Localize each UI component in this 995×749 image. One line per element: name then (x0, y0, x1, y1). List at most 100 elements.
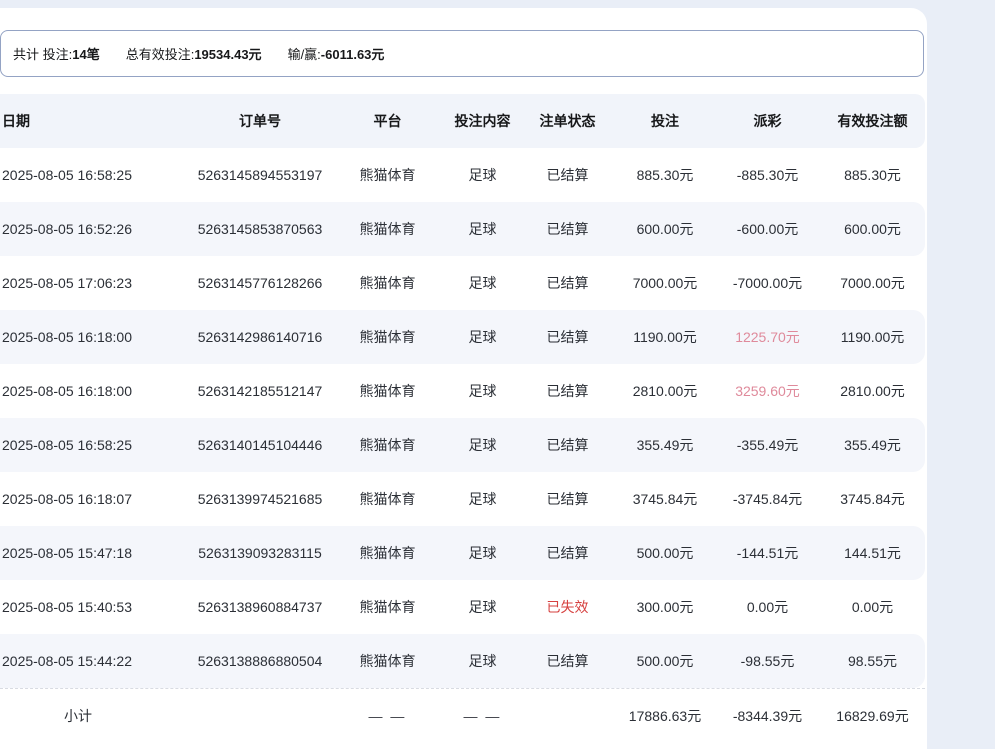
subtotal-bet-amount: 17886.63元 (615, 706, 715, 726)
cell-platform: 熊猫体育 (330, 273, 445, 293)
cell-order-number: 5263145776128266 (190, 275, 330, 291)
cell-bet-status: 已结算 (520, 489, 615, 509)
cell-valid-bet: 144.51元 (820, 543, 925, 563)
cell-payout: -885.30元 (715, 165, 820, 185)
cell-valid-bet: 1190.00元 (820, 327, 925, 347)
table-row: 2025-08-05 15:44:22 5263138886880504 熊猫体… (0, 634, 925, 688)
cell-date: 2025-08-05 17:06:23 (0, 275, 190, 291)
cell-payout: -3745.84元 (715, 489, 820, 509)
cell-payout: -7000.00元 (715, 273, 820, 293)
cell-platform: 熊猫体育 (330, 597, 445, 617)
cell-bet-content: 足球 (445, 381, 520, 401)
cell-order-number: 5263145894553197 (190, 167, 330, 183)
summary-valid-bet: 总有效投注:19534.43元 (126, 44, 262, 63)
cell-bet-status: 已结算 (520, 651, 615, 671)
cell-order-number: 5263138960884737 (190, 599, 330, 615)
table-row: 2025-08-05 17:06:23 5263145776128266 熊猫体… (0, 256, 925, 310)
column-header-date: 日期 (0, 111, 190, 131)
column-header-valid-bet: 有效投注额 (820, 111, 925, 131)
summary-valid-bet-value: 19534.43元 (194, 44, 261, 63)
cell-bet-content: 足球 (445, 435, 520, 455)
cell-bet-content: 足球 (445, 273, 520, 293)
cell-valid-bet: 98.55元 (820, 651, 925, 671)
cell-bet-amount: 500.00元 (615, 543, 715, 563)
cell-bet-content: 足球 (445, 597, 520, 617)
cell-order-number: 5263139093283115 (190, 545, 330, 561)
summary-winloss: 输/赢:-6011.63元 (288, 44, 385, 63)
cell-bet-amount: 885.30元 (615, 165, 715, 185)
subtotal-label: 小计 (0, 706, 190, 726)
table-body: 2025-08-05 16:58:25 5263145894553197 熊猫体… (0, 148, 925, 688)
table-row: 2025-08-05 16:18:00 5263142185512147 熊猫体… (0, 364, 925, 418)
subtotal-platform-placeholder: — — (330, 708, 445, 724)
cell-valid-bet: 355.49元 (820, 435, 925, 455)
cell-bet-status: 已结算 (520, 273, 615, 293)
cell-bet-status: 已结算 (520, 543, 615, 563)
cell-bet-status: 已结算 (520, 327, 615, 347)
bet-records-table: 日期 订单号 平台 投注内容 注单状态 投注 派彩 有效投注额 2025-08-… (0, 94, 925, 742)
cell-payout: 0.00元 (715, 597, 820, 617)
subtotal-payout: -8344.39元 (715, 706, 820, 726)
cell-payout: 3259.60元 (715, 381, 820, 401)
summary-bet-count-label: 共计 投注: (13, 44, 72, 63)
table-row: 2025-08-05 16:52:26 5263145853870563 熊猫体… (0, 202, 925, 256)
column-header-bet-content: 投注内容 (445, 111, 520, 131)
cell-order-number: 5263142185512147 (190, 383, 330, 399)
cell-platform: 熊猫体育 (330, 651, 445, 671)
cell-bet-amount: 500.00元 (615, 651, 715, 671)
cell-bet-amount: 3745.84元 (615, 489, 715, 509)
cell-date: 2025-08-05 16:58:25 (0, 437, 190, 453)
subtotal-row: 小计 — — — — 17886.63元 -8344.39元 16829.69元 (0, 688, 925, 742)
content-panel: 共计 投注:14笔 总有效投注:19534.43元 输/赢:-6011.63元 … (0, 8, 927, 749)
cell-platform: 熊猫体育 (330, 543, 445, 563)
cell-payout: -144.51元 (715, 543, 820, 563)
column-header-platform: 平台 (330, 111, 445, 131)
cell-bet-status: 已失效 (520, 597, 615, 617)
cell-platform: 熊猫体育 (330, 489, 445, 509)
summary-winloss-label: 输/赢: (288, 44, 321, 63)
subtotal-content-placeholder: — — (445, 708, 520, 724)
cell-valid-bet: 0.00元 (820, 597, 925, 617)
cell-date: 2025-08-05 15:47:18 (0, 545, 190, 561)
cell-bet-content: 足球 (445, 651, 520, 671)
cell-bet-content: 足球 (445, 219, 520, 239)
cell-payout: -600.00元 (715, 219, 820, 239)
cell-bet-content: 足球 (445, 165, 520, 185)
table-row: 2025-08-05 16:18:07 5263139974521685 熊猫体… (0, 472, 925, 526)
cell-order-number: 5263138886880504 (190, 653, 330, 669)
cell-valid-bet: 885.30元 (820, 165, 925, 185)
cell-bet-status: 已结算 (520, 219, 615, 239)
cell-valid-bet: 7000.00元 (820, 273, 925, 293)
cell-bet-status: 已结算 (520, 165, 615, 185)
table-row: 2025-08-05 16:58:25 5263145894553197 熊猫体… (0, 148, 925, 202)
cell-date: 2025-08-05 16:58:25 (0, 167, 190, 183)
cell-platform: 熊猫体育 (330, 435, 445, 455)
summary-bet-count: 共计 投注:14笔 (13, 44, 100, 63)
summary-bet-count-value: 14笔 (72, 44, 99, 63)
cell-order-number: 5263139974521685 (190, 491, 330, 507)
table-row: 2025-08-05 16:58:25 5263140145104446 熊猫体… (0, 418, 925, 472)
summary-bar: 共计 投注:14笔 总有效投注:19534.43元 输/赢:-6011.63元 (0, 30, 924, 77)
cell-payout: -98.55元 (715, 651, 820, 671)
cell-bet-amount: 300.00元 (615, 597, 715, 617)
cell-bet-content: 足球 (445, 489, 520, 509)
cell-payout: -355.49元 (715, 435, 820, 455)
cell-date: 2025-08-05 16:18:07 (0, 491, 190, 507)
cell-valid-bet: 2810.00元 (820, 381, 925, 401)
column-header-order-number: 订单号 (190, 111, 330, 131)
summary-winloss-value: -6011.63元 (321, 44, 385, 63)
summary-valid-bet-label: 总有效投注: (126, 44, 195, 63)
cell-bet-amount: 355.49元 (615, 435, 715, 455)
table-row: 2025-08-05 15:47:18 5263139093283115 熊猫体… (0, 526, 925, 580)
cell-order-number: 5263145853870563 (190, 221, 330, 237)
cell-date: 2025-08-05 16:18:00 (0, 383, 190, 399)
cell-bet-status: 已结算 (520, 381, 615, 401)
cell-valid-bet: 3745.84元 (820, 489, 925, 509)
cell-date: 2025-08-05 15:40:53 (0, 599, 190, 615)
cell-platform: 熊猫体育 (330, 219, 445, 239)
cell-valid-bet: 600.00元 (820, 219, 925, 239)
cell-platform: 熊猫体育 (330, 381, 445, 401)
cell-payout: 1225.70元 (715, 327, 820, 347)
cell-platform: 熊猫体育 (330, 165, 445, 185)
table-row: 2025-08-05 15:40:53 5263138960884737 熊猫体… (0, 580, 925, 634)
